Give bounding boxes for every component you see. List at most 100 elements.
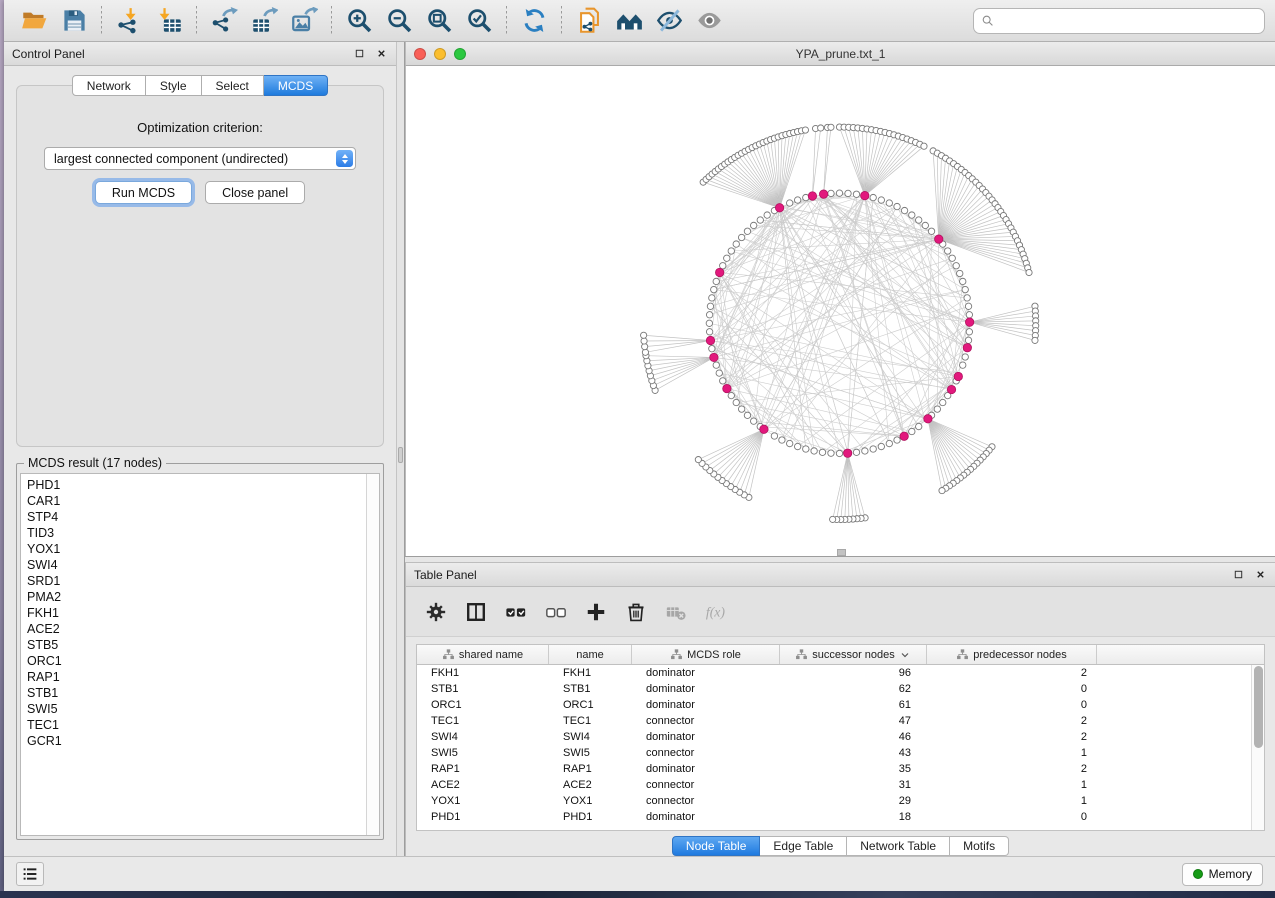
- home-browser-button[interactable]: [609, 4, 649, 38]
- mcds-panel: Optimization criterion: largest connecte…: [16, 85, 384, 447]
- cell: 18: [780, 811, 927, 823]
- list-icon: [21, 865, 39, 883]
- mcds-result-item[interactable]: YOX1: [27, 541, 379, 557]
- column-header-MCDS-role[interactable]: MCDS role: [632, 645, 780, 664]
- column-header-predecessor-nodes[interactable]: predecessor nodes: [927, 645, 1097, 664]
- table-row[interactable]: SWI4SWI4dominator462: [417, 729, 1264, 745]
- select-all-rows-button[interactable]: [498, 594, 534, 630]
- choose-columns-button[interactable]: [458, 594, 494, 630]
- horizontal-splitter[interactable]: [405, 556, 1275, 563]
- mcds-result-item[interactable]: GCR1: [27, 733, 379, 749]
- mcds-result-item[interactable]: ACE2: [27, 621, 379, 637]
- tab-network-table[interactable]: Network Table: [847, 836, 950, 856]
- close-panel-action-button[interactable]: Close panel: [205, 181, 305, 204]
- run-mcds-button[interactable]: Run MCDS: [95, 181, 192, 204]
- plus-icon: [585, 601, 607, 623]
- cell: 2: [927, 731, 1097, 743]
- import-table-button[interactable]: [149, 4, 189, 38]
- table-row[interactable]: PHD1PHD1dominator180: [417, 809, 1264, 825]
- zoom-selected-button[interactable]: [459, 4, 499, 38]
- column-header-successor-nodes[interactable]: successor nodes: [780, 645, 927, 664]
- mcds-result-item[interactable]: SWI4: [27, 557, 379, 573]
- mcds-result-item[interactable]: TID3: [27, 525, 379, 541]
- close-icon: [376, 48, 387, 59]
- table-settings-button[interactable]: [418, 594, 454, 630]
- deselect-all-rows-button[interactable]: [538, 594, 574, 630]
- add-column-button[interactable]: [578, 594, 614, 630]
- cell: 2: [927, 715, 1097, 727]
- table-row[interactable]: YOX1YOX1connector291: [417, 793, 1264, 809]
- tab-motifs[interactable]: Motifs: [950, 836, 1009, 856]
- splitter-grip[interactable]: [398, 447, 403, 463]
- table-row[interactable]: FKH1FKH1dominator962: [417, 665, 1264, 681]
- export-table-button[interactable]: [244, 4, 284, 38]
- table-row[interactable]: SWI5SWI5connector431: [417, 745, 1264, 761]
- float-panel-button[interactable]: [352, 47, 366, 61]
- search-input[interactable]: [996, 11, 1258, 31]
- tab-network[interactable]: Network: [72, 75, 146, 96]
- import-network-button[interactable]: [109, 4, 149, 38]
- cell: 43: [780, 747, 927, 759]
- import-table-icon: [156, 7, 183, 34]
- criterion-select[interactable]: largest connected component (undirected): [44, 147, 356, 170]
- mcds-result-item[interactable]: STB5: [27, 637, 379, 653]
- memory-button[interactable]: Memory: [1182, 863, 1263, 886]
- clone-network-button[interactable]: [569, 4, 609, 38]
- mcds-result-item[interactable]: STP4: [27, 509, 379, 525]
- float-table-panel-button[interactable]: [1231, 568, 1245, 582]
- refresh-view-button[interactable]: [514, 4, 554, 38]
- vertical-splitter[interactable]: [396, 42, 405, 856]
- mcds-result-item[interactable]: PHD1: [27, 477, 379, 493]
- tab-edge-table[interactable]: Edge Table: [760, 836, 847, 856]
- mcds-result-item[interactable]: STB1: [27, 685, 379, 701]
- table-row[interactable]: ORC1ORC1dominator610: [417, 697, 1264, 713]
- tab-node-table[interactable]: Node Table: [672, 836, 761, 856]
- close-panel-button[interactable]: [374, 47, 388, 61]
- export-image-button[interactable]: [284, 4, 324, 38]
- mcds-result-item[interactable]: FKH1: [27, 605, 379, 621]
- table-row[interactable]: RAP1RAP1dominator352: [417, 761, 1264, 777]
- hide-selection-button[interactable]: [649, 4, 689, 38]
- task-history-button[interactable]: [16, 862, 44, 886]
- mcds-result-item[interactable]: SRD1: [27, 573, 379, 589]
- tab-style[interactable]: Style: [146, 75, 202, 96]
- table-scrollbar[interactable]: [1251, 665, 1264, 830]
- mcds-result-item[interactable]: CAR1: [27, 493, 379, 509]
- canvas-scroll-handle[interactable]: [837, 549, 846, 556]
- zoom-out-button[interactable]: [379, 4, 419, 38]
- cell: SWI4: [549, 731, 632, 743]
- table-row[interactable]: STB1STB1dominator620: [417, 681, 1264, 697]
- float-icon: [1233, 569, 1244, 580]
- save-session-button[interactable]: [54, 4, 94, 38]
- open-file-button[interactable]: [14, 4, 54, 38]
- mcds-scrollbar[interactable]: [366, 474, 379, 835]
- mcds-result-item[interactable]: TEC1: [27, 717, 379, 733]
- delete-column-button[interactable]: [618, 594, 654, 630]
- export-network-button[interactable]: [204, 4, 244, 38]
- table-scrollbar-thumb[interactable]: [1254, 666, 1263, 748]
- tab-mcds[interactable]: MCDS: [264, 75, 328, 96]
- delete-table-button: [658, 594, 694, 630]
- column-header-shared-name[interactable]: shared name: [417, 645, 549, 664]
- mcds-result-listbox[interactable]: PHD1CAR1STP4TID3YOX1SWI4SRD1PMA2FKH1ACE2…: [20, 473, 380, 836]
- cell: 29: [780, 795, 927, 807]
- mcds-result-item[interactable]: RAP1: [27, 669, 379, 685]
- column-header-name[interactable]: name: [549, 645, 632, 664]
- zoom-in-button[interactable]: [339, 4, 379, 38]
- mcds-result-item[interactable]: SWI5: [27, 701, 379, 717]
- network-canvas[interactable]: [405, 66, 1275, 556]
- control-panel: Control Panel NetworkStyleSelectMCDS Opt…: [4, 42, 396, 856]
- mcds-result-item[interactable]: ORC1: [27, 653, 379, 669]
- cell: 0: [927, 683, 1097, 695]
- mcds-result-item[interactable]: PMA2: [27, 589, 379, 605]
- network-graph[interactable]: [406, 66, 1275, 557]
- close-table-panel-button[interactable]: [1253, 568, 1267, 582]
- mcds-result-list: PHD1CAR1STP4TID3YOX1SWI4SRD1PMA2FKH1ACE2…: [21, 474, 379, 749]
- zoom-fit-button[interactable]: [419, 4, 459, 38]
- table-row[interactable]: ACE2ACE2connector311: [417, 777, 1264, 793]
- cell: 1: [927, 795, 1097, 807]
- search-field[interactable]: [973, 8, 1265, 34]
- tab-select[interactable]: Select: [202, 75, 264, 96]
- table-row[interactable]: TEC1TEC1connector472: [417, 713, 1264, 729]
- zoom-sel-icon: [466, 7, 493, 34]
